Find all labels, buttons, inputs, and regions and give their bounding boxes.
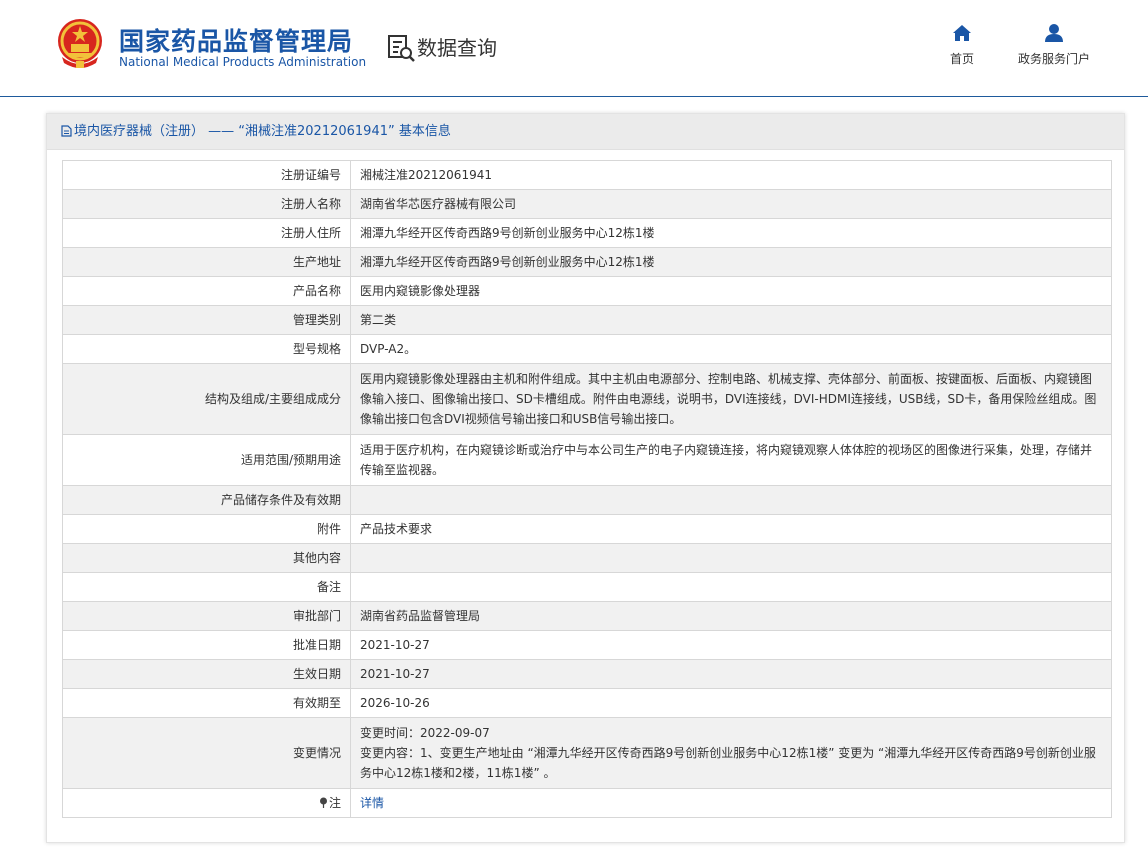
- nav-service-portal-label: 政务服务门户: [1017, 52, 1090, 66]
- row-value: 2026-10-26: [350, 688, 1112, 718]
- logo-title-cn: 国家药品监督管理局: [119, 27, 354, 56]
- row-value: [350, 543, 1112, 573]
- row-label: 管理类别: [62, 305, 351, 335]
- data-query-icon: [388, 35, 415, 62]
- row-label: 产品储存条件及有效期: [62, 485, 351, 515]
- row-label: 附件: [62, 514, 351, 544]
- row-label: 批准日期: [62, 630, 351, 660]
- national-emblem-icon: [58, 19, 102, 68]
- row-value: DVP-A2。: [350, 334, 1112, 364]
- row-label: 型号规格: [62, 334, 351, 364]
- row-label: 结构及组成/主要组成成分: [62, 363, 351, 435]
- row-label: 产品名称: [62, 276, 351, 306]
- site-header: 国家药品监督管理局 National Medical Products Admi…: [0, 0, 1148, 97]
- row-value: 产品技术要求: [350, 514, 1112, 544]
- user-icon: [1045, 24, 1063, 42]
- row-value: 湖南省药品监督管理局: [350, 601, 1112, 631]
- row-value: [350, 485, 1112, 515]
- row-value: 适用于医疗机构，在内窥镜诊断或治疗中与本公司生产的电子内窥镜连接，将内窥镜观察人…: [350, 434, 1112, 486]
- section-title: 数据查询: [417, 36, 497, 60]
- row-label: 适用范围/预期用途: [62, 434, 351, 486]
- home-icon: [953, 25, 971, 41]
- change-time: 变更时间：2022-09-07: [360, 726, 490, 740]
- note-value: 详情: [350, 788, 1112, 818]
- row-label: 审批部门: [62, 601, 351, 631]
- details-link[interactable]: 详情: [360, 796, 384, 810]
- nav-home[interactable]: 首页: [940, 22, 984, 67]
- row-value: 湘械注准20212061941: [350, 160, 1112, 190]
- panel-header: 境内医疗器械（注册） —— “湘械注准20212061941” 基本信息: [47, 114, 1124, 150]
- panel-title: 境内医疗器械（注册） —— “湘械注准20212061941” 基本信息: [74, 124, 451, 139]
- pin-icon: [319, 797, 327, 808]
- row-value: 医用内窥镜影像处理器由主机和附件组成。其中主机由电源部分、控制电路、机械支撑、壳…: [350, 363, 1112, 435]
- change-content: 变更内容：1、变更生产地址由 “湘潭九华经开区传奇西路9号创新创业服务中心12栋…: [360, 746, 1096, 780]
- note-label: 注: [328, 796, 341, 810]
- row-value: 湘潭九华经开区传奇西路9号创新创业服务中心12栋1楼: [350, 218, 1112, 248]
- row-label: 注册人住所: [62, 218, 351, 248]
- row-label: 备注: [62, 572, 351, 602]
- row-label: 生效日期: [62, 659, 351, 689]
- row-label: 其他内容: [62, 543, 351, 573]
- row-value: 湘潭九华经开区传奇西路9号创新创业服务中心12栋1楼: [350, 247, 1112, 277]
- row-value: [350, 572, 1112, 602]
- nav-home-label: 首页: [949, 52, 974, 66]
- nav-service-portal[interactable]: 政务服务门户: [1008, 22, 1100, 67]
- row-value: 2021-10-27: [350, 659, 1112, 689]
- document-icon: [61, 125, 72, 137]
- row-label: 注册证编号: [62, 160, 351, 190]
- change-value: 变更时间：2022-09-07 变更内容：1、变更生产地址由 “湘潭九华经开区传…: [350, 717, 1112, 789]
- row-value: 2021-10-27: [350, 630, 1112, 660]
- row-label: 有效期至: [62, 688, 351, 718]
- detail-panel: 境内医疗器械（注册） —— “湘械注准20212061941” 基本信息 注册证…: [46, 113, 1125, 843]
- row-value: 第二类: [350, 305, 1112, 335]
- detail-table: 注册证编号 湘械注准20212061941 注册人名称 湖南省华芯医疗器械有限公司 …: [62, 160, 1112, 818]
- row-value: 医用内窥镜影像处理器: [350, 276, 1112, 306]
- row-label: 生产地址: [62, 247, 351, 277]
- note-label-cell: 注: [62, 788, 351, 818]
- row-value: 湖南省华芯医疗器械有限公司: [350, 189, 1112, 219]
- logo-title-en: National Medical Products Administration: [119, 55, 367, 69]
- row-label: 注册人名称: [62, 189, 351, 219]
- change-label: 变更情况: [62, 717, 351, 789]
